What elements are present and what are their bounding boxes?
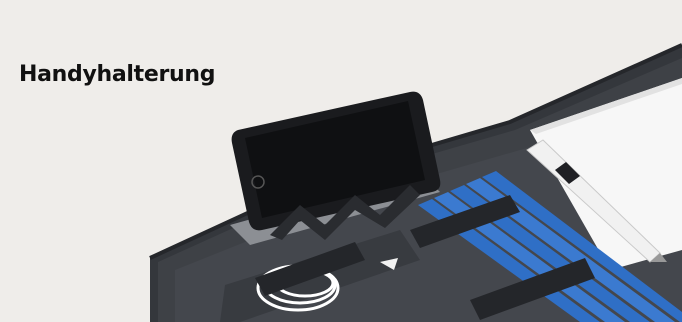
product-illustration — [0, 0, 682, 322]
product-photo: Handyhalterung — [0, 0, 682, 322]
page-title: Handyhalterung — [19, 62, 216, 87]
